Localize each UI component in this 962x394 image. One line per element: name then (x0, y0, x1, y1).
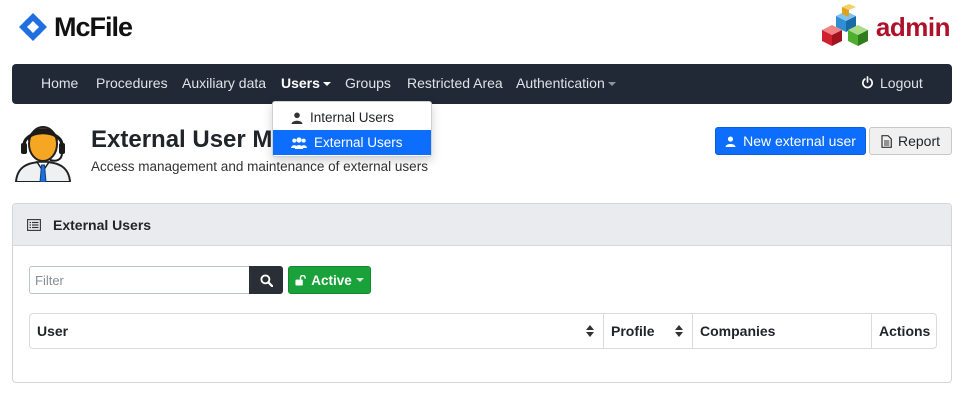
page-title: External User M (91, 126, 273, 153)
nav-users[interactable]: Users (281, 64, 331, 104)
power-icon (862, 76, 873, 89)
user-avatar-icon (14, 126, 72, 183)
file-text-icon (881, 134, 892, 148)
column-label: Companies (700, 323, 776, 339)
nav-home[interactable]: Home (41, 64, 78, 104)
external-users-panel: External Users Active User Profile (12, 203, 952, 383)
report-label: Report (897, 133, 941, 149)
sort-icon (586, 325, 594, 337)
avatar (12, 120, 74, 187)
users-dropdown-menu: Internal Users External Users (272, 101, 432, 157)
admin-logo: admin (818, 4, 951, 50)
filter-input[interactable] (29, 266, 250, 294)
chevron-down-icon (607, 82, 616, 87)
menu-item-label: External Users (314, 135, 403, 150)
nav-authentication[interactable]: Authentication (516, 64, 616, 104)
column-header-companies: Companies (693, 314, 872, 348)
nav-users-label: Users (281, 75, 320, 91)
user-icon (725, 135, 736, 147)
admin-cubes-icon (821, 4, 868, 46)
logout-label: Logout (880, 75, 923, 91)
menu-item-label: Internal Users (310, 110, 395, 125)
column-header-user[interactable]: User (30, 314, 604, 348)
new-external-user-button[interactable]: New external user (715, 127, 866, 155)
unlock-icon (295, 274, 307, 286)
status-filter-dropdown[interactable]: Active (288, 266, 371, 294)
nav-groups[interactable]: Groups (345, 64, 391, 104)
nav-restricted-area[interactable]: Restricted Area (407, 64, 503, 104)
logout-link[interactable]: Logout (861, 64, 923, 104)
nav-procedures[interactable]: Procedures (96, 64, 168, 104)
brand-name: McFile (54, 11, 133, 42)
column-header-actions: Actions (872, 314, 936, 348)
search-button[interactable] (249, 266, 283, 294)
mcfile-logo-icon (19, 13, 47, 41)
column-label: Profile (611, 323, 655, 339)
nav-authentication-label: Authentication (516, 75, 605, 91)
users-icon (291, 136, 307, 149)
menu-item-internal-users[interactable]: Internal Users (273, 105, 431, 130)
search-icon (259, 273, 273, 287)
nav-auxiliary-data[interactable]: Auxiliary data (182, 64, 266, 104)
sort-icon (675, 325, 683, 337)
new-external-user-label: New external user (743, 133, 856, 149)
panel-title: External Users (53, 216, 152, 233)
user-icon (291, 112, 303, 124)
admin-label: admin (875, 11, 951, 42)
brand-logo[interactable]: McFile (18, 11, 133, 42)
status-filter-label: Active (311, 272, 352, 288)
menu-item-external-users[interactable]: External Users (273, 130, 431, 155)
panel-header: External Users (13, 204, 951, 246)
column-label: User (37, 323, 69, 339)
column-header-profile[interactable]: Profile (604, 314, 693, 348)
chevron-down-icon (322, 82, 331, 87)
column-label: Actions (879, 323, 931, 339)
list-icon (27, 218, 41, 231)
main-navbar: Home Procedures Auxiliary data Users Gro… (12, 64, 952, 104)
report-button[interactable]: Report (869, 127, 952, 155)
chevron-down-icon (355, 278, 364, 282)
users-table-header: User Profile Companies Actions (29, 313, 937, 349)
page-subtitle: Access management and maintenance of ext… (91, 159, 428, 174)
